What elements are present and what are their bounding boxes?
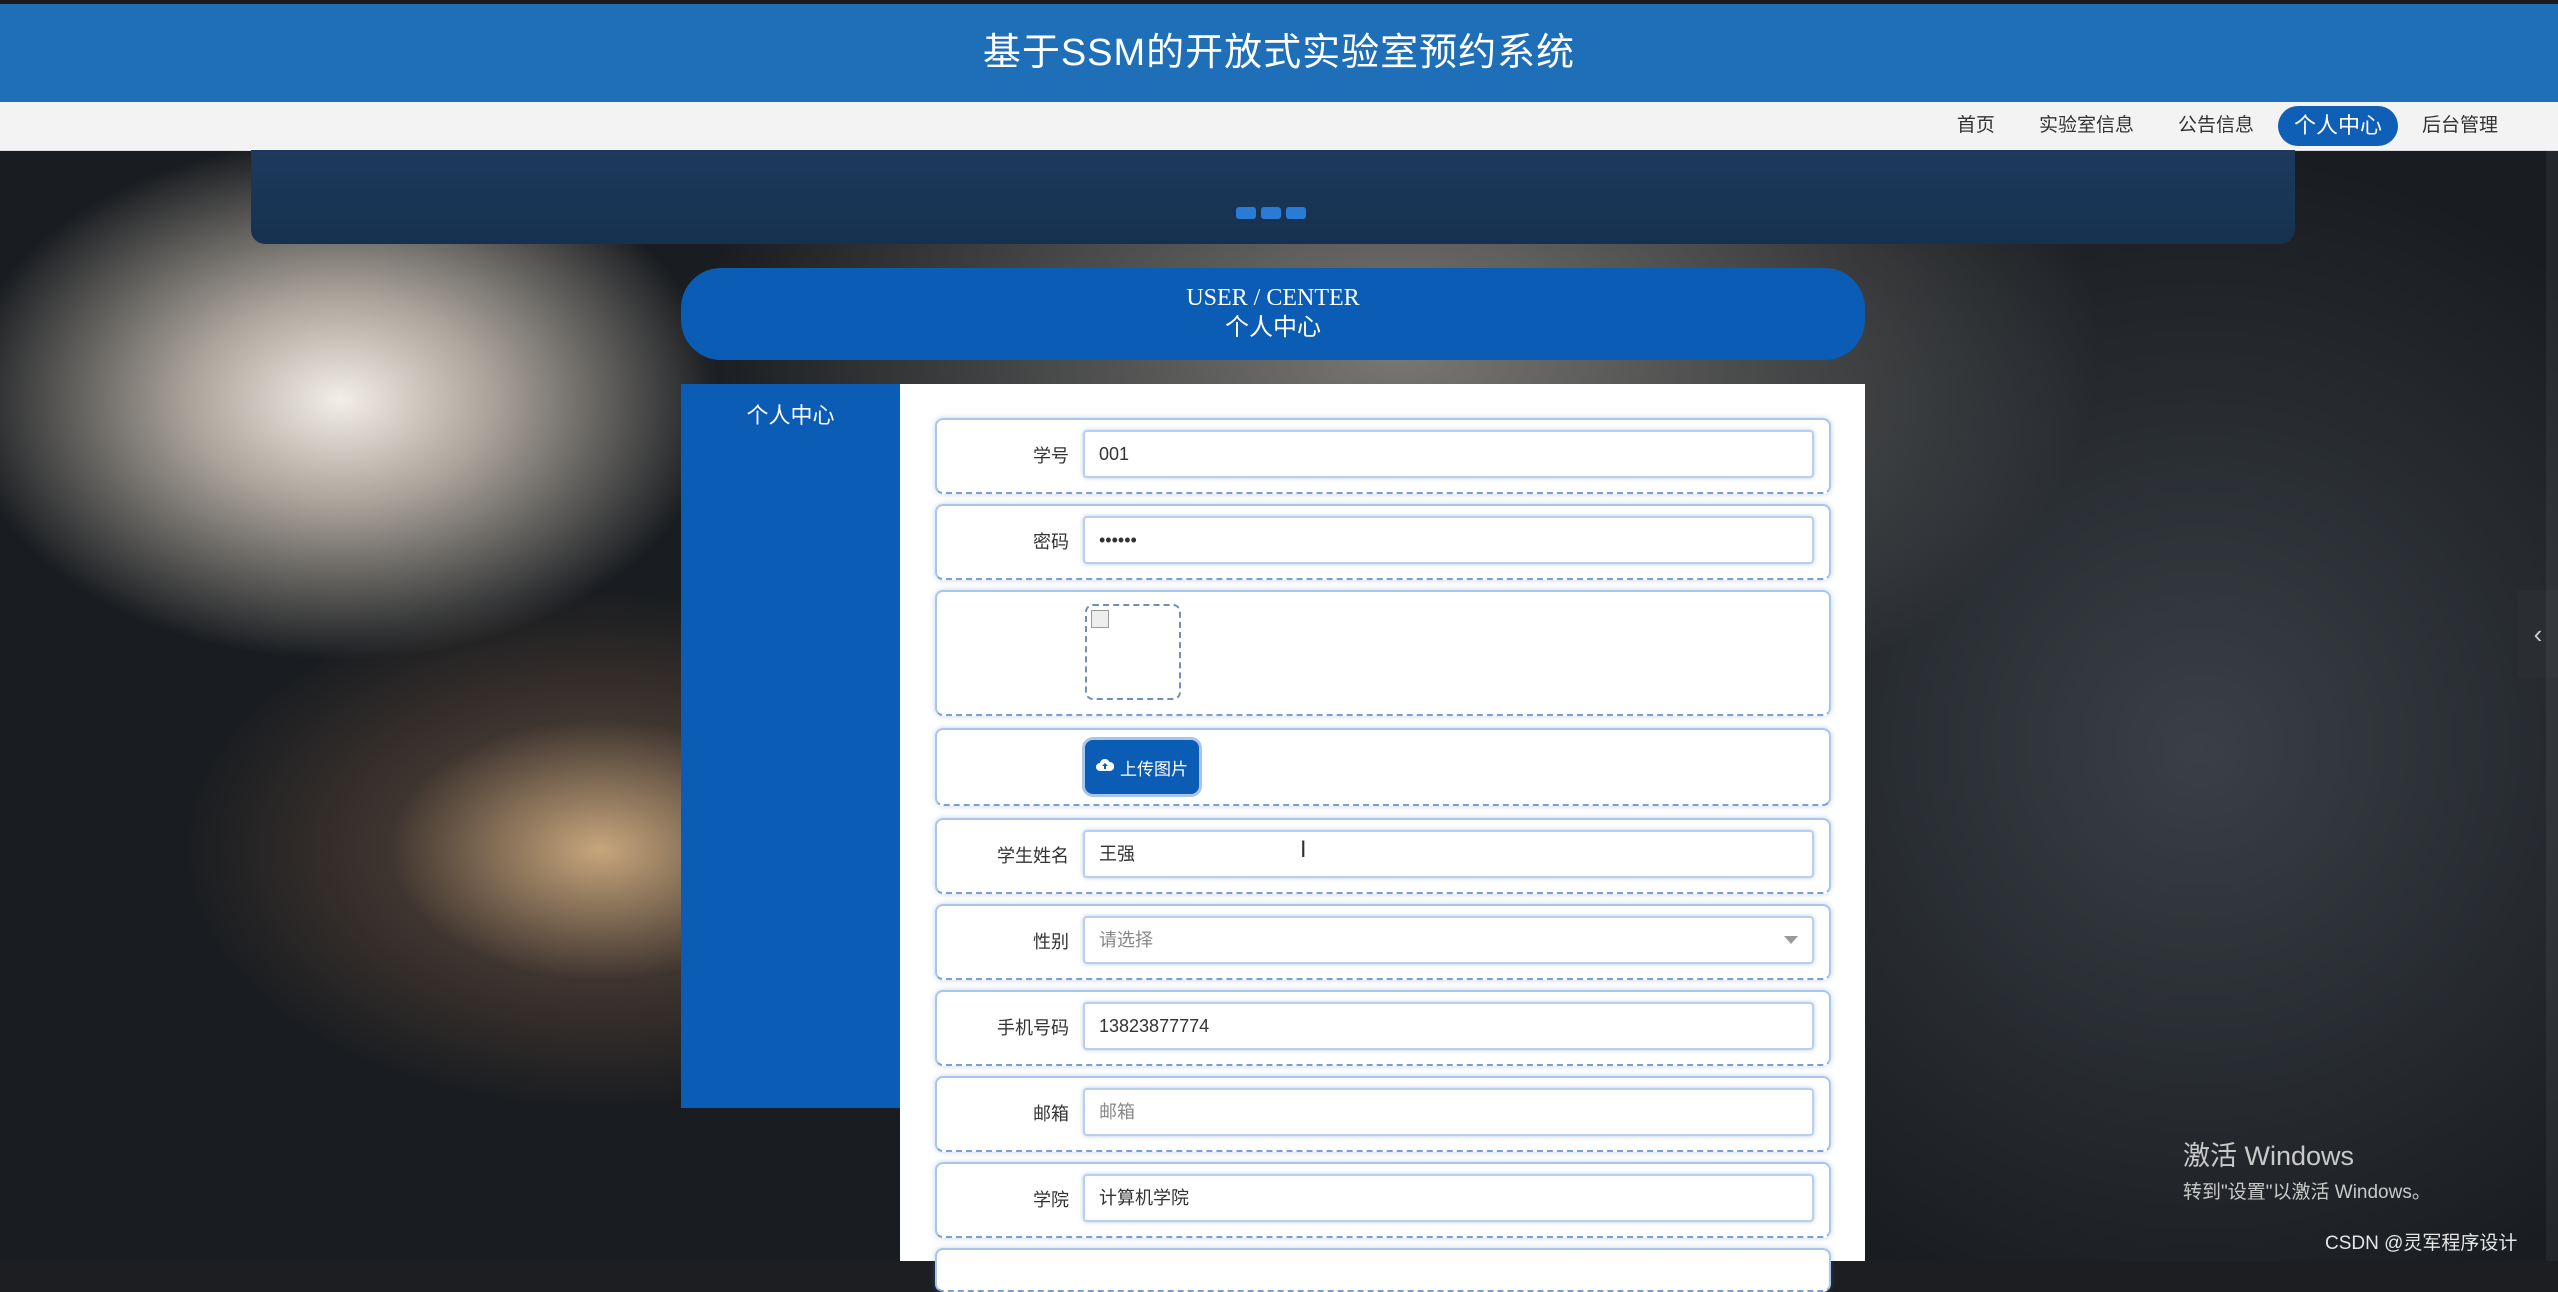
student-name-input[interactable]: 王强	[1083, 830, 1814, 878]
csdn-credit: CSDN @灵军程序设计	[2325, 1233, 2518, 1254]
sidebar: 个人中心	[681, 384, 900, 1108]
college-label: 学院	[1033, 1190, 1069, 1210]
nav-home[interactable]: 首页	[1937, 106, 2015, 146]
nav-announcements[interactable]: 公告信息	[2158, 106, 2274, 146]
form-row-password: 密码 ••••••	[935, 504, 1831, 580]
form-row-phone: 手机号码 13823877774	[935, 990, 1831, 1066]
carousel-dot[interactable]	[1236, 207, 1256, 219]
carousel-dot[interactable]	[1261, 207, 1281, 219]
student-id-label: 学号	[1033, 446, 1069, 466]
site-header: 基于SSM的开放式实验室预约系统	[0, 4, 2558, 102]
nav-admin[interactable]: 后台管理	[2402, 106, 2518, 146]
form-row-student-id: 学号 001	[935, 418, 1831, 494]
form-row-next	[935, 1248, 1831, 1292]
college-input[interactable]: 计算机学院	[1083, 1174, 1814, 1222]
text-cursor-icon: Ⅰ	[1300, 837, 1307, 862]
nav-user-center[interactable]: 个人中心	[2277, 106, 2398, 146]
broken-image-icon	[1091, 610, 1109, 628]
watermark-line1: 激活 Windows	[2183, 1141, 2355, 1171]
form-row-student-name: 学生姓名 王强	[935, 818, 1831, 894]
avatar-preview	[1085, 604, 1181, 700]
form-row-gender: 性别 请选择	[935, 904, 1831, 980]
watermark-line2: 转到"设置"以激活 Windows。	[2183, 1182, 2431, 1203]
gender-label: 性别	[1033, 932, 1069, 952]
gender-select-placeholder: 请选择	[1099, 930, 1153, 950]
section-title-en: USER / CENTER	[1186, 285, 1360, 311]
sidebar-item-user-center[interactable]: 个人中心	[681, 398, 900, 430]
student-id-input[interactable]: 001	[1083, 430, 1814, 478]
form-row-college: 学院 计算机学院	[935, 1162, 1831, 1238]
profile-form-panel: 学号 001 密码 •••••• 上传图片 学生姓名 王强 性别 请选择 手机号…	[900, 384, 1865, 1292]
email-input[interactable]: 邮箱	[1083, 1088, 1814, 1136]
form-row-upload: 上传图片	[935, 728, 1831, 806]
phone-label: 手机号码	[997, 1018, 1069, 1038]
carousel-dot[interactable]	[1286, 207, 1306, 219]
top-nav: 首页 实验室信息 公告信息 个人中心 后台管理	[0, 102, 2558, 151]
section-title-cn: 个人中心	[1225, 315, 1321, 341]
form-row-avatar	[935, 590, 1831, 716]
upload-image-label: 上传图片	[1120, 759, 1188, 779]
password-input[interactable]: ••••••	[1083, 516, 1814, 564]
section-title-bar: USER / CENTER 个人中心	[681, 268, 1865, 360]
form-row-email: 邮箱 邮箱	[935, 1076, 1831, 1152]
site-title: 基于SSM的开放式实验室预约系统	[982, 32, 1576, 74]
carousel-indicators	[1236, 207, 1306, 219]
banner-carousel	[251, 150, 2295, 244]
upload-image-button[interactable]: 上传图片	[1085, 740, 1199, 794]
cloud-upload-icon	[1096, 757, 1115, 777]
email-label: 邮箱	[1033, 1104, 1069, 1124]
student-name-label: 学生姓名	[997, 846, 1069, 866]
chevron-down-icon	[1784, 936, 1798, 944]
windows-activation-watermark: 激活 Windows 转到"设置"以激活 Windows。	[2183, 1134, 2431, 1204]
gender-select[interactable]: 请选择	[1083, 916, 1814, 964]
password-label: 密码	[1033, 532, 1069, 552]
phone-input[interactable]: 13823877774	[1083, 1002, 1814, 1050]
nav-lab-info[interactable]: 实验室信息	[2019, 106, 2154, 146]
scrollbar[interactable]	[2546, 150, 2558, 1261]
